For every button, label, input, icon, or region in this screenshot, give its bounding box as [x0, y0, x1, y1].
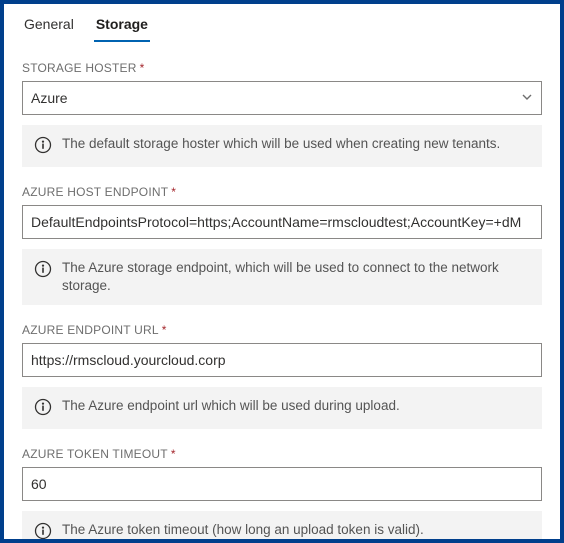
- azure-token-timeout-input-wrap: [22, 467, 542, 501]
- azure-endpoint-url-input[interactable]: [31, 344, 533, 376]
- field-azure-host-endpoint: AZURE HOST ENDPOINT* The Azure storage e…: [22, 185, 542, 305]
- info-icon: [34, 522, 52, 543]
- tab-bar: General Storage: [22, 4, 542, 43]
- info-icon: [34, 398, 52, 419]
- azure-token-timeout-input[interactable]: [31, 468, 533, 500]
- azure-host-endpoint-info: The Azure storage endpoint, which will b…: [22, 249, 542, 305]
- azure-host-endpoint-input[interactable]: [31, 206, 533, 238]
- info-text: The Azure endpoint url which will be use…: [62, 397, 400, 415]
- info-text: The Azure storage endpoint, which will b…: [62, 259, 530, 295]
- info-text: The default storage hoster which will be…: [62, 135, 500, 153]
- chevron-down-icon: [521, 90, 533, 106]
- azure-endpoint-url-label: AZURE ENDPOINT URL*: [22, 323, 542, 337]
- label-text: STORAGE HOSTER: [22, 61, 137, 75]
- storage-hoster-info: The default storage hoster which will be…: [22, 125, 542, 167]
- field-azure-endpoint-url: AZURE ENDPOINT URL* The Azure endpoint u…: [22, 323, 542, 429]
- info-icon: [34, 136, 52, 157]
- azure-token-timeout-label: AZURE TOKEN TIMEOUT*: [22, 447, 542, 461]
- tab-storage[interactable]: Storage: [94, 10, 150, 42]
- field-azure-token-timeout: AZURE TOKEN TIMEOUT* The Azure token tim…: [22, 447, 542, 543]
- label-text: AZURE TOKEN TIMEOUT: [22, 447, 168, 461]
- required-marker: *: [171, 447, 176, 461]
- required-marker: *: [140, 61, 145, 75]
- storage-hoster-value: Azure: [31, 90, 515, 106]
- azure-endpoint-url-info: The Azure endpoint url which will be use…: [22, 387, 542, 429]
- azure-host-endpoint-input-wrap: [22, 205, 542, 239]
- required-marker: *: [171, 185, 176, 199]
- label-text: AZURE HOST ENDPOINT: [22, 185, 168, 199]
- info-text: The Azure token timeout (how long an upl…: [62, 521, 424, 539]
- settings-panel: General Storage STORAGE HOSTER* Azure Th…: [0, 0, 564, 543]
- label-text: AZURE ENDPOINT URL: [22, 323, 159, 337]
- azure-token-timeout-info: The Azure token timeout (how long an upl…: [22, 511, 542, 543]
- required-marker: *: [162, 323, 167, 337]
- azure-host-endpoint-label: AZURE HOST ENDPOINT*: [22, 185, 542, 199]
- storage-hoster-select[interactable]: Azure: [22, 81, 542, 115]
- storage-hoster-label: STORAGE HOSTER*: [22, 61, 542, 75]
- tab-general[interactable]: General: [22, 10, 76, 42]
- info-icon: [34, 260, 52, 281]
- azure-endpoint-url-input-wrap: [22, 343, 542, 377]
- field-storage-hoster: STORAGE HOSTER* Azure The default storag…: [22, 61, 542, 167]
